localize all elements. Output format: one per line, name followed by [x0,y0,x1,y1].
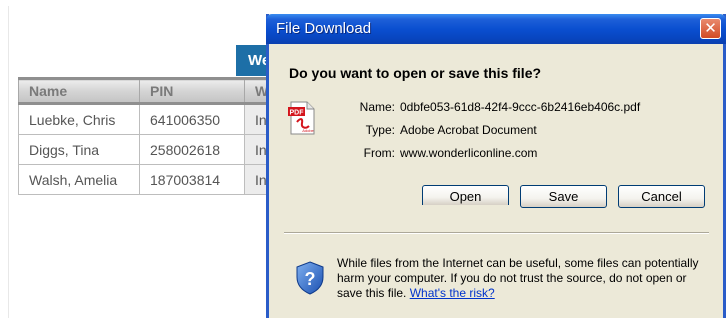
cell-pin: 258002618 [139,134,245,165]
name-value: 0dbfe053-61d8-42f4-9ccc-6b2416eb406c.pdf [400,100,641,114]
dialog-title-bar[interactable]: File Download ✕ [266,14,726,44]
table-header-row: Name PIN Wel [18,77,296,105]
security-warning-text: While files from the Internet can be use… [337,256,707,301]
type-label: Type: [365,123,395,137]
whats-the-risk-link[interactable]: What's the risk? [410,286,495,300]
dialog-separator [284,232,709,234]
cell-name: Luebke, Chris [18,103,140,135]
cell-name: Walsh, Amelia [18,164,140,195]
dialog-title: File Download [276,20,372,37]
roster-table: Name PIN Wel Luebke, Chris 641006350 Ini… [18,77,296,195]
security-shield-question-icon: ? [296,261,324,295]
table-row[interactable]: Luebke, Chris 641006350 Ini [18,103,296,135]
from-label: From: [363,146,395,160]
cell-pin: 641006350 [139,103,245,135]
from-value: www.wonderliconline.com [400,146,538,160]
type-value: Adobe Acrobat Document [400,123,537,137]
dialog-question: Do you want to open or save this file? [289,65,542,81]
close-icon: ✕ [704,20,717,37]
table-row[interactable]: Diggs, Tina 258002618 Ini [18,134,296,165]
save-button[interactable]: Save [520,185,607,208]
table-row[interactable]: Walsh, Amelia 187003814 Ini [18,164,296,195]
column-header-pin[interactable]: PIN [139,77,245,105]
svg-text:?: ? [305,269,316,289]
name-label: Name: [359,100,395,114]
cell-name: Diggs, Tina [18,134,140,165]
cell-pin: 187003814 [139,164,245,195]
column-header-name[interactable]: Name [18,77,140,105]
open-button[interactable]: Open [422,185,509,205]
file-download-dialog: File Download ✕ Do you want to open or s… [266,14,726,318]
close-button[interactable]: ✕ [700,18,721,39]
warning-message: While files from the Internet can be use… [337,256,699,300]
cancel-button[interactable]: Cancel [618,185,705,208]
